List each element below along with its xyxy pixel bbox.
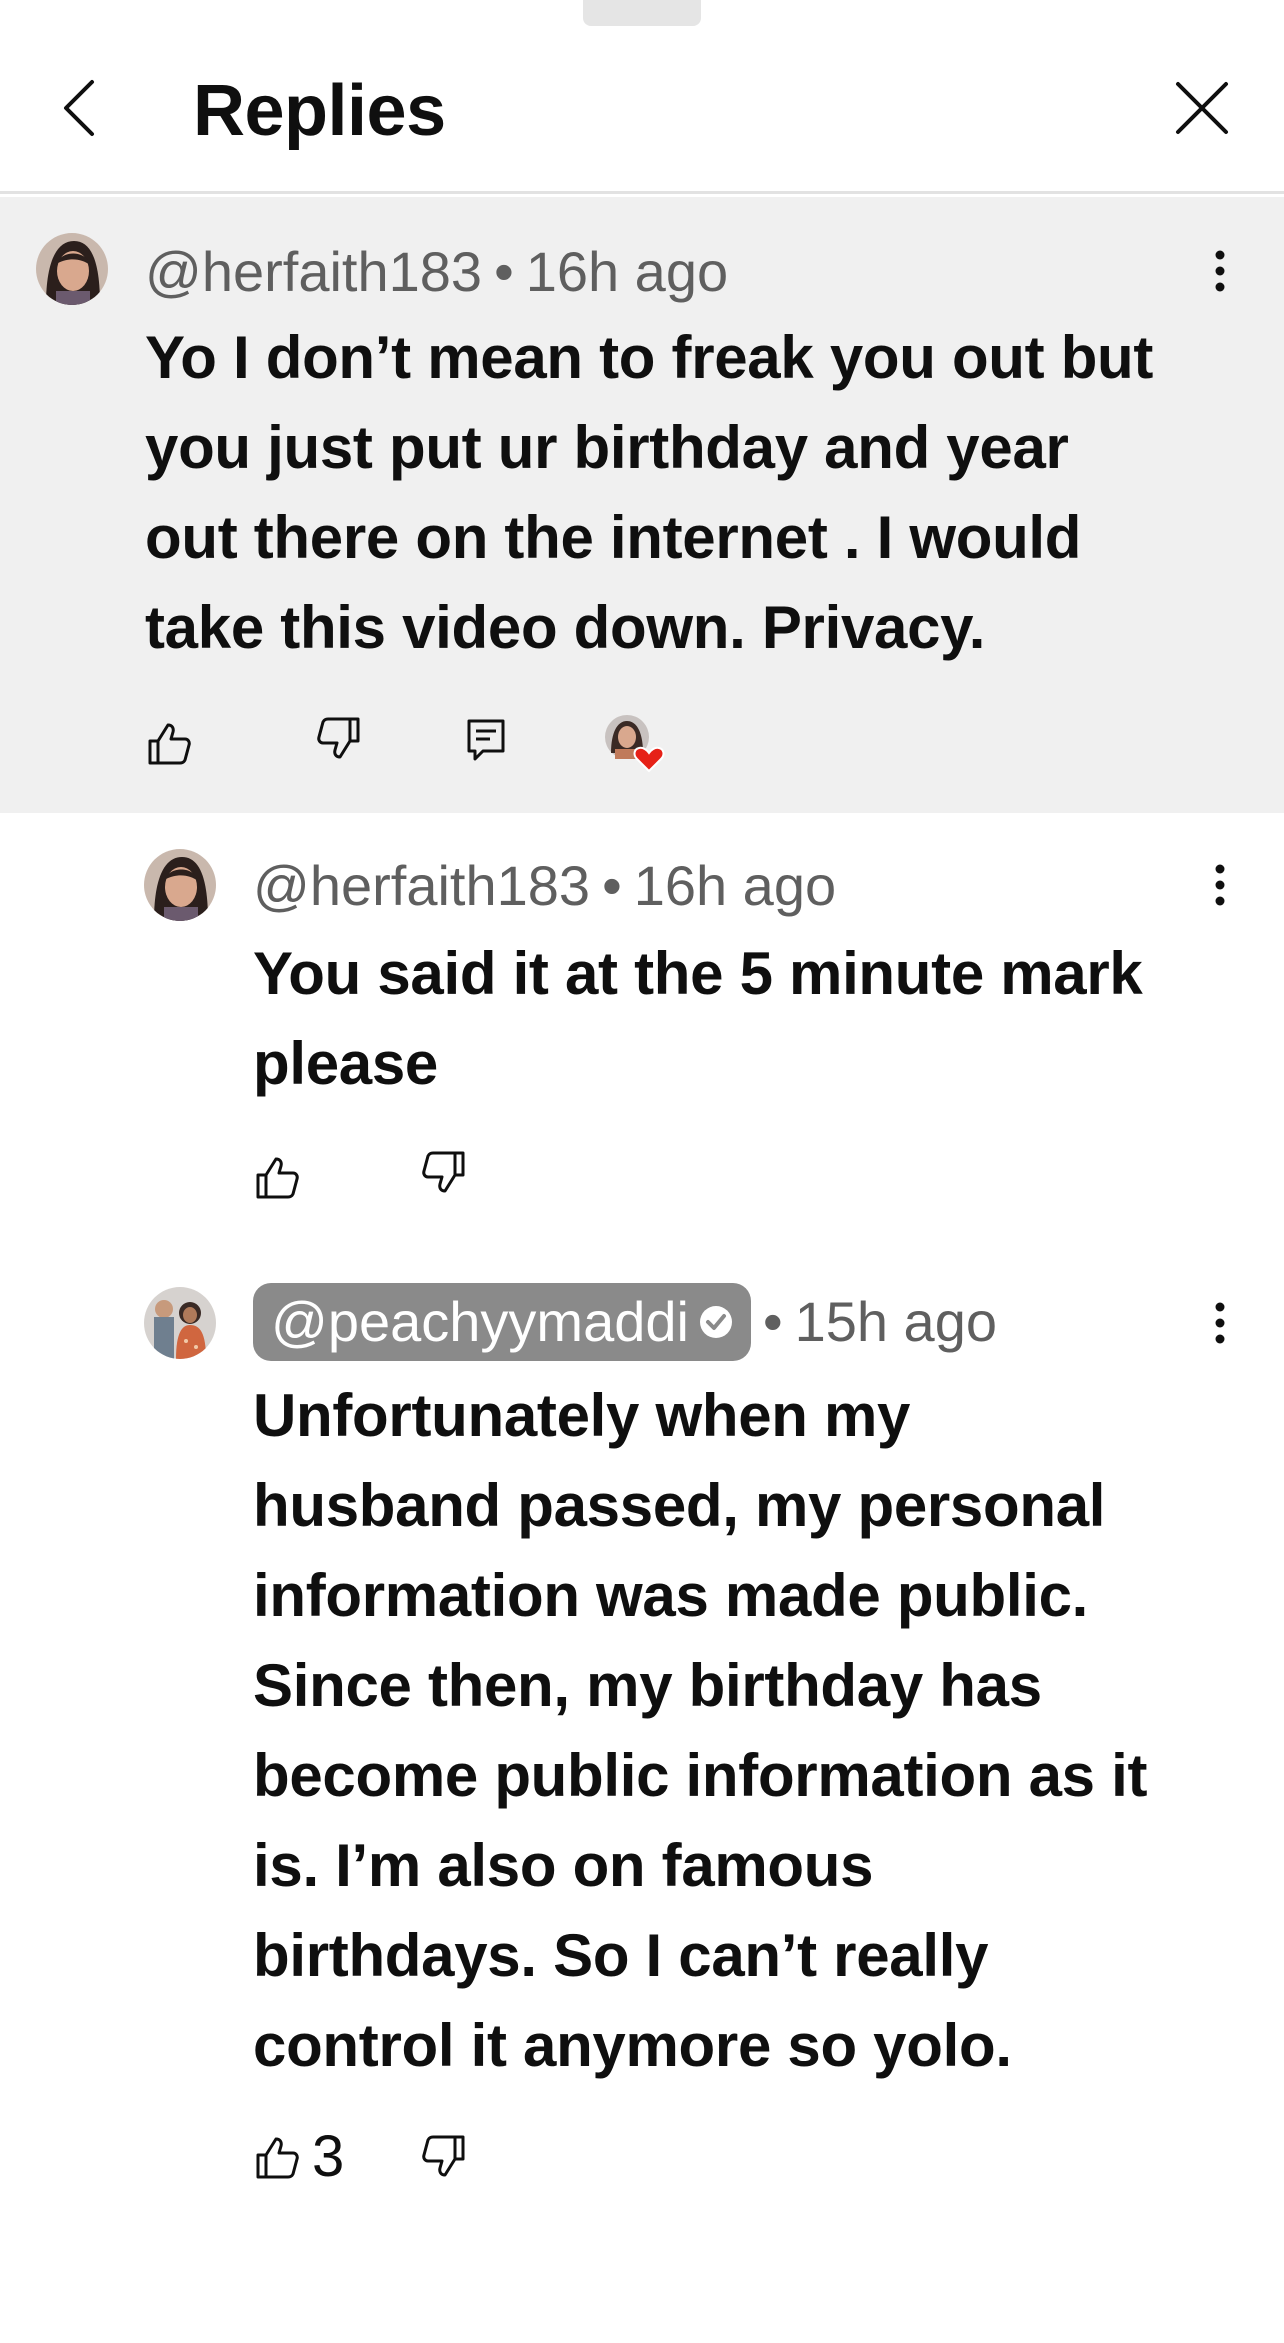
reply-icon: [467, 719, 505, 761]
replies-header: Replies: [0, 26, 1284, 194]
creator-reply-comment: @peachyymaddi • 15h ago Unfortunately wh…: [0, 1253, 1284, 2213]
comment-time: 15h ago: [794, 1290, 997, 1353]
thumbs-up-icon: [256, 1157, 299, 1199]
meta-separator: •: [602, 854, 622, 917]
like-button[interactable]: [252, 1153, 302, 1203]
avatar[interactable]: [36, 233, 108, 305]
comment-text: Yo I don’t mean to freak you out but you…: [145, 313, 1153, 673]
thumbs-up-icon: [148, 723, 191, 765]
avatar[interactable]: [144, 1287, 216, 1359]
comment-text-line: Unfortunately when my: [253, 1382, 911, 1449]
comment-text-line: husband passed, my personal: [253, 1472, 1106, 1539]
dislike-button[interactable]: [419, 1147, 469, 1197]
comment-text: Unfortunately when my husband passed, my…: [253, 1371, 1147, 2091]
back-icon: [64, 80, 94, 136]
comment-text-line: birthdays. So I can’t really: [253, 1922, 989, 1989]
comment-more-button[interactable]: [1200, 855, 1240, 915]
comment-text-line: Since then, my birthday has: [253, 1652, 1042, 1719]
more-vert-icon: [1215, 1302, 1225, 1344]
comment-author: @peachyymaddi: [271, 1290, 689, 1353]
comment-text-line: become public information as it: [253, 1742, 1148, 1809]
comment-more-button[interactable]: [1200, 241, 1240, 301]
comment-meta: @herfaith183 • 16h ago: [145, 237, 728, 307]
back-button[interactable]: [52, 76, 116, 140]
comment-more-button[interactable]: [1200, 1293, 1240, 1353]
comment-meta: @peachyymaddi • 15h ago: [253, 1283, 997, 1361]
highlighted-comment: @herfaith183 • 16h ago Yo I don’t mean t…: [0, 197, 1284, 813]
comment-text-line: information was made public.: [253, 1562, 1089, 1629]
creator-handle-chip[interactable]: @peachyymaddi: [253, 1283, 751, 1361]
comment-text-line: you just put ur birthday and year: [145, 414, 1069, 481]
comment-text-line: control it anymore so yolo.: [253, 2012, 1012, 2079]
comment-text-line: please: [253, 1030, 438, 1097]
comment-text: You said it at the 5 minute mark please: [253, 929, 1143, 1109]
comment-time: 16h ago: [525, 240, 729, 303]
comment-text-line: You said it at the 5 minute mark: [253, 940, 1143, 1007]
more-vert-icon: [1215, 250, 1225, 292]
meta-separator: •: [494, 240, 514, 303]
creator-heart-badge: [603, 713, 665, 775]
reply-comment: @herfaith183 • 16h ago You said it at th…: [0, 813, 1284, 1253]
dislike-button[interactable]: [314, 713, 364, 763]
replies-panel: Replies @herfaith183 • 16h ago Yo I don’…: [0, 0, 1284, 2343]
close-button[interactable]: [1170, 76, 1234, 140]
thumbs-down-icon: [317, 717, 360, 759]
drag-handle[interactable]: [583, 0, 701, 26]
comment-author[interactable]: @herfaith183: [145, 237, 482, 307]
comment-time: 16h ago: [633, 854, 837, 917]
close-icon: [1176, 82, 1228, 134]
comment-meta: @herfaith183 • 16h ago: [253, 851, 836, 921]
meta-separator: •: [762, 1290, 783, 1353]
comment-text-line: is. I’m also on famous: [253, 1832, 874, 1899]
comment-text-line: Yo I don’t mean to freak you out but: [145, 324, 1154, 391]
thumbs-down-icon: [422, 2135, 465, 2177]
reply-button[interactable]: [461, 715, 511, 765]
comment-text-line: take this video down. Privacy.: [145, 594, 986, 661]
comment-author[interactable]: @herfaith183: [253, 851, 590, 921]
verified-icon: [699, 1306, 732, 1338]
comment-text-line: out there on the internet . I would: [145, 504, 1082, 571]
like-button[interactable]: [144, 719, 194, 769]
page-title: Replies: [193, 71, 446, 151]
like-count: 3: [312, 2124, 345, 2189]
thumbs-up-icon: [256, 2137, 299, 2179]
avatar[interactable]: [144, 849, 216, 921]
dislike-button[interactable]: [419, 2131, 469, 2181]
like-button[interactable]: [252, 2133, 302, 2183]
thumbs-down-icon: [422, 1151, 465, 1193]
more-vert-icon: [1215, 864, 1225, 906]
creator-heart-icon: [633, 746, 665, 773]
